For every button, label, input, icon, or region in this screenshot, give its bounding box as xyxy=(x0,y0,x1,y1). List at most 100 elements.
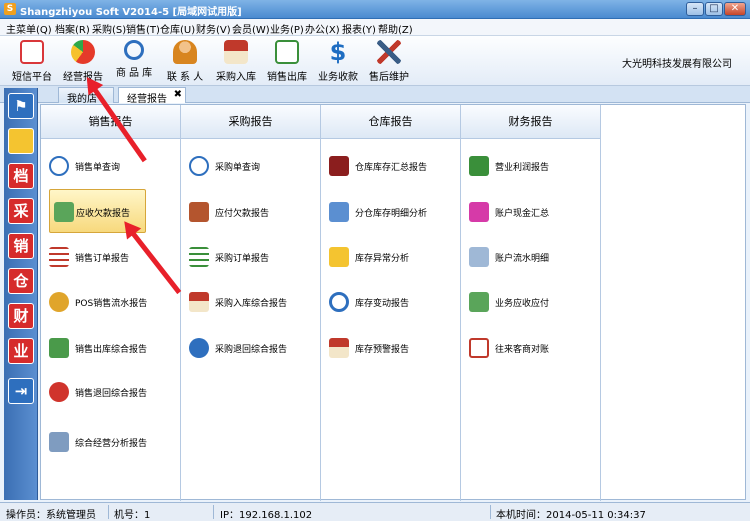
document-icon xyxy=(275,40,299,64)
report-item[interactable]: 采购退回综合报告 xyxy=(185,333,317,363)
menu-help[interactable]: 帮助(Z) xyxy=(378,21,413,36)
payable-icon xyxy=(189,202,209,222)
purchase-inbound-button[interactable]: 采购入库 xyxy=(209,38,263,84)
envelope-icon xyxy=(20,40,44,64)
column-header: 采购报告 xyxy=(181,105,320,139)
product-library-button[interactable]: 商 品 库 xyxy=(107,38,161,84)
report-item[interactable]: 应付欠款报告 xyxy=(185,197,317,227)
warehouse-report-column: 仓库报告 仓库库存汇总报告 分仓库存明细分析 库存异常分析 库存变动报告 库存预… xyxy=(321,105,461,501)
menu-bar: 主菜单(Q) 档案(R) 采购(S) 销售(T) 仓库(U) 财务(V) 会员(… xyxy=(0,19,750,36)
return-icon xyxy=(49,382,69,402)
report-item[interactable]: 库存异常分析 xyxy=(325,242,457,272)
purchase-report-column: 采购报告 采购单查询 应付欠款报告 采购订单报告 采购入库综合报告 采购退回综合… xyxy=(181,105,321,501)
status-operator: 操作员：系统管理员 xyxy=(6,510,96,521)
menu-reports[interactable]: 报表(Y) xyxy=(342,21,376,36)
menu-archive[interactable]: 档案(R) xyxy=(55,21,90,36)
minimize-button[interactable]: – xyxy=(686,2,704,16)
sidebar-business[interactable]: 业 xyxy=(8,338,34,364)
profit-icon xyxy=(469,156,489,176)
order-list-icon xyxy=(49,247,69,267)
report-item[interactable]: 采购订单报告 xyxy=(185,242,317,272)
menu-member[interactable]: 会员(W) xyxy=(232,21,270,36)
menu-sales[interactable]: 销售(T) xyxy=(126,21,160,36)
close-icon[interactable]: ✖ xyxy=(174,89,182,100)
status-divider xyxy=(490,505,491,519)
sidebar-sales[interactable]: 销 xyxy=(8,233,34,259)
report-item[interactable]: 往来客商对账 xyxy=(465,333,597,363)
status-time: 本机时间：2014-05-11 0:34:37 xyxy=(496,510,646,521)
lightbulb-icon[interactable] xyxy=(8,128,34,154)
maximize-button[interactable]: □ xyxy=(705,2,723,16)
toolbar-label: 售后维护 xyxy=(369,72,409,83)
menu-finance[interactable]: 财务(V) xyxy=(196,21,231,36)
question-icon xyxy=(329,247,349,267)
report-item[interactable]: 销售单查询 xyxy=(45,151,177,181)
tools-icon xyxy=(377,40,401,64)
magnifier-icon xyxy=(124,40,144,60)
person-icon xyxy=(173,40,197,64)
analysis-icon xyxy=(49,432,69,452)
after-sales-button[interactable]: 售后维护 xyxy=(362,38,416,84)
menu-purchase[interactable]: 采购(S) xyxy=(92,21,126,36)
search-report-icon xyxy=(49,156,69,176)
receivable-icon xyxy=(54,202,74,222)
return-icon xyxy=(189,338,209,358)
report-item[interactable]: 库存预警报告 xyxy=(325,333,457,363)
report-item[interactable]: 业务应收应付 xyxy=(465,287,597,317)
contacts-button[interactable]: 联 系 人 xyxy=(158,38,212,84)
report-item[interactable]: 采购入库综合报告 xyxy=(185,287,317,317)
menu-office[interactable]: 办公(X) xyxy=(305,21,340,36)
sales-outbound-button[interactable]: 销售出库 xyxy=(260,38,314,84)
alert-house-icon xyxy=(329,338,349,358)
column-header: 财务报告 xyxy=(461,105,600,139)
toolbar-label: 业务收款 xyxy=(318,72,358,83)
house-icon xyxy=(224,40,248,64)
tab-business-report[interactable]: 经营报告 ✖ xyxy=(118,87,186,105)
status-machine: 机号：1 xyxy=(114,510,151,521)
business-receipt-button[interactable]: $ 业务收款 xyxy=(311,38,365,84)
refresh-icon xyxy=(329,292,349,312)
report-item[interactable]: 营业利润报告 xyxy=(465,151,597,181)
report-item[interactable]: POS销售流水报告 xyxy=(45,287,177,317)
exit-icon[interactable]: ⇥ xyxy=(8,378,34,404)
menu-business[interactable]: 业务(P) xyxy=(270,21,304,36)
report-item[interactable]: 账户现金汇总 xyxy=(465,197,597,227)
left-sidebar: ⚑ 档 采 销 仓 财 业 ⇥ xyxy=(4,88,38,500)
close-button[interactable]: ✕ xyxy=(724,2,746,16)
toolbar-label: 商 品 库 xyxy=(115,68,153,79)
status-divider xyxy=(213,505,214,519)
menu-warehouse[interactable]: 仓库(U) xyxy=(160,21,195,36)
outbound-icon xyxy=(49,338,69,358)
sidebar-finance[interactable]: 财 xyxy=(8,303,34,329)
sales-report-column: 销售报告 销售单查询 应收欠款报告 销售订单报告 POS销售流水报告 销售出库综… xyxy=(41,105,181,501)
sidebar-warehouse[interactable]: 仓 xyxy=(8,268,34,294)
cash-summary-icon xyxy=(469,202,489,222)
sidebar-archive[interactable]: 档 xyxy=(8,163,34,189)
report-item[interactable]: 销售退回综合报告 xyxy=(45,377,177,407)
menu-main[interactable]: 主菜单(Q) xyxy=(6,21,52,36)
report-item[interactable]: 采购单查询 xyxy=(185,151,317,181)
title-bar: S Shangzhiyou Soft V2014-5 [局域网试用版] – □ … xyxy=(0,0,750,19)
column-header: 仓库报告 xyxy=(321,105,460,139)
pie-chart-icon xyxy=(71,40,95,64)
report-item[interactable]: 账户流水明细 xyxy=(465,242,597,272)
app-logo-icon: S xyxy=(4,3,16,15)
sidebar-purchase[interactable]: 采 xyxy=(8,198,34,224)
status-divider xyxy=(108,505,109,519)
pos-coins-icon xyxy=(49,292,69,312)
report-item[interactable]: 综合经营分析报告 xyxy=(45,427,177,457)
finance-report-column: 财务报告 营业利润报告 账户现金汇总 账户流水明细 业务应收应付 往来客商对账 xyxy=(461,105,601,501)
report-item[interactable]: 仓库库存汇总报告 xyxy=(325,151,457,181)
window-title: Shangzhiyou Soft V2014-5 [局域网试用版] xyxy=(20,7,242,18)
business-report-button[interactable]: 经营报告 xyxy=(56,38,110,84)
report-item[interactable]: 分仓库存明细分析 xyxy=(325,197,457,227)
toolbar-label: 联 系 人 xyxy=(166,72,204,83)
report-item[interactable]: 库存变动报告 xyxy=(325,287,457,317)
tab-strip: 我的店铺 经营报告 ✖ xyxy=(0,86,750,120)
toolbar-label: 销售出库 xyxy=(267,72,307,83)
flag-icon[interactable]: ⚑ xyxy=(8,93,34,119)
report-item[interactable]: 销售出库综合报告 xyxy=(45,333,177,363)
toolbar-label: 采购入库 xyxy=(216,72,256,83)
ledger-pen-icon xyxy=(469,247,489,267)
sms-platform-button[interactable]: 短信平台 xyxy=(5,38,59,84)
